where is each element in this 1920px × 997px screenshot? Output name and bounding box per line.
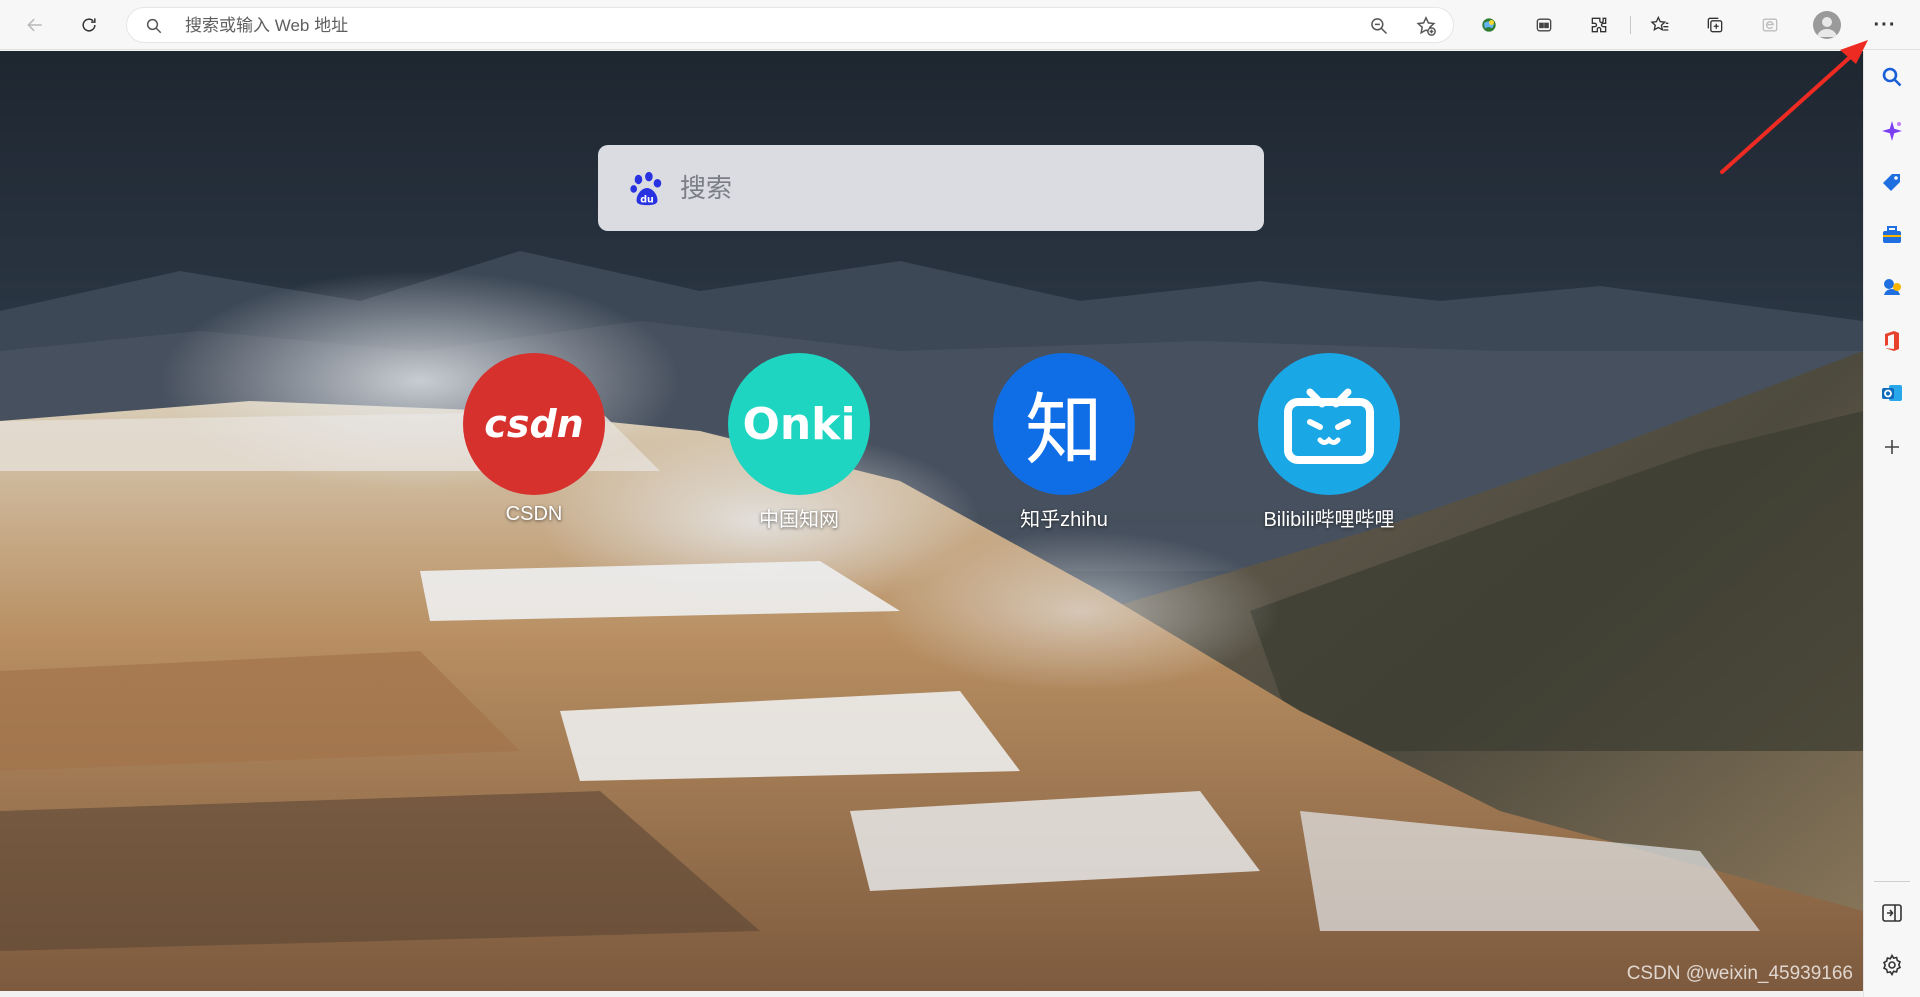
cnki-logo-icon: Onki xyxy=(728,353,870,495)
bilibili-logo-icon xyxy=(1258,353,1400,495)
extensions-icon xyxy=(1591,17,1607,33)
tools-icon xyxy=(1883,226,1901,243)
add-favorite-icon[interactable] xyxy=(1415,15,1437,37)
profile-avatar[interactable] xyxy=(1813,11,1841,39)
watermark: CSDN @weixin_45939166 xyxy=(1626,963,1853,984)
sidebar-shopping-button[interactable] xyxy=(1878,169,1906,197)
shopping-icon xyxy=(1883,174,1900,191)
shortcut-label: 知乎zhihu xyxy=(1020,509,1108,531)
more-menu-button[interactable]: ··· xyxy=(1868,8,1902,42)
page-search-input[interactable] xyxy=(680,167,1220,209)
more-menu-icon: ··· xyxy=(1873,13,1897,36)
bottom-strip xyxy=(0,991,1863,997)
extensions-button[interactable] xyxy=(1582,8,1616,42)
sidebar-games-button[interactable] xyxy=(1878,273,1906,301)
add-icon xyxy=(1885,440,1899,454)
zoom-icon[interactable] xyxy=(1369,16,1389,36)
shortcut-label: 中国知网 xyxy=(759,509,839,531)
bilibili-tv-icon xyxy=(1284,388,1374,464)
zhihu-logo-text: 知 xyxy=(1024,386,1103,476)
split-screen-icon xyxy=(1882,904,1902,922)
search-icon xyxy=(146,18,162,34)
refresh-button[interactable] xyxy=(72,8,106,42)
collections-button[interactable] xyxy=(1698,8,1732,42)
back-arrow-icon xyxy=(27,18,42,32)
sidebar-split-screen-button[interactable] xyxy=(1878,899,1906,927)
shortcut-bilibili[interactable]: Bilibili哔哩哔哩 xyxy=(1229,353,1429,543)
profile-person-icon xyxy=(1817,17,1837,37)
baidu-paw-icon: du xyxy=(630,171,662,205)
outlook-icon xyxy=(1882,385,1902,401)
sidebar-office-button[interactable] xyxy=(1878,327,1906,355)
sidebar-copilot-button[interactable] xyxy=(1878,117,1906,145)
browser-essentials-button[interactable] xyxy=(1472,8,1506,42)
csdn-logo-text: csdn xyxy=(484,402,584,446)
page-search-box[interactable]: du xyxy=(598,145,1264,231)
browser-toolbar: ··· xyxy=(0,0,1920,50)
right-sidebar xyxy=(1863,51,1920,997)
collections-icon xyxy=(1707,17,1723,33)
cnki-logo-text: Onki xyxy=(742,398,856,450)
copilot-icon xyxy=(1882,121,1902,141)
shortcut-label: Bilibili哔哩哔哩 xyxy=(1263,509,1395,531)
games-icon xyxy=(1884,279,1901,295)
address-input[interactable] xyxy=(185,12,1385,40)
office-icon xyxy=(1885,331,1899,351)
address-bar[interactable] xyxy=(126,7,1454,43)
shortcut-zhihu[interactable]: 知 知乎zhihu xyxy=(964,353,1164,543)
shortcut-csdn[interactable]: csdn CSDN xyxy=(434,353,634,543)
shortcut-label: CSDN xyxy=(505,503,563,525)
favorites-icon xyxy=(1650,15,1669,32)
sidebar-tools-button[interactable] xyxy=(1878,221,1906,249)
settings-icon xyxy=(1882,953,1902,977)
back-button[interactable] xyxy=(18,8,52,42)
search-icon xyxy=(1882,67,1902,87)
workspaces-button[interactable] xyxy=(1527,8,1561,42)
favorites-button[interactable] xyxy=(1643,8,1677,42)
refresh-icon xyxy=(82,18,96,32)
sidebar-settings-button[interactable] xyxy=(1878,951,1906,979)
new-tab-page: du csdn CSDN Onki 中国知网 知 知乎zhihu Bi xyxy=(0,51,1863,991)
toolbar-separator xyxy=(1630,16,1631,34)
ie-mode-icon xyxy=(1762,18,1778,32)
sidebar-outlook-button[interactable] xyxy=(1878,379,1906,407)
svg-text:du: du xyxy=(640,194,654,205)
zhihu-logo-icon: 知 xyxy=(993,353,1135,495)
sidebar-add-button[interactable] xyxy=(1878,433,1906,461)
workspaces-icon xyxy=(1536,18,1552,32)
browser-essentials-icon xyxy=(1482,18,1496,32)
csdn-logo-icon: csdn xyxy=(463,353,605,495)
ie-mode-button[interactable] xyxy=(1753,8,1787,42)
sidebar-divider xyxy=(1874,881,1910,882)
sidebar-search-button[interactable] xyxy=(1878,63,1906,91)
shortcut-cnki[interactable]: Onki 中国知网 xyxy=(699,353,899,543)
